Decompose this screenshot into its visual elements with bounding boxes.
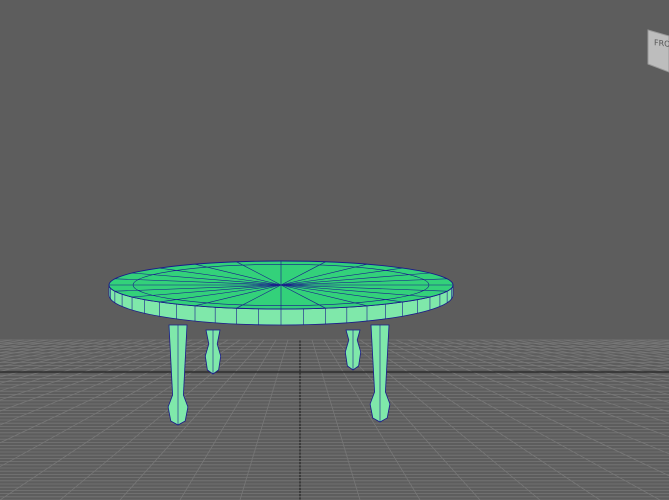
table-leg	[369, 324, 391, 423]
ground-grid	[0, 339, 669, 500]
grid-line	[455, 339, 669, 396]
table-leg	[204, 329, 222, 375]
view-cube[interactable]	[647, 29, 669, 73]
table-leg	[344, 329, 362, 371]
scene[interactable]	[0, 0, 669, 500]
grid-line	[395, 339, 669, 455]
viewport-3d[interactable]: FRO	[0, 0, 669, 500]
view-cube-label[interactable]: FRO	[654, 38, 669, 49]
